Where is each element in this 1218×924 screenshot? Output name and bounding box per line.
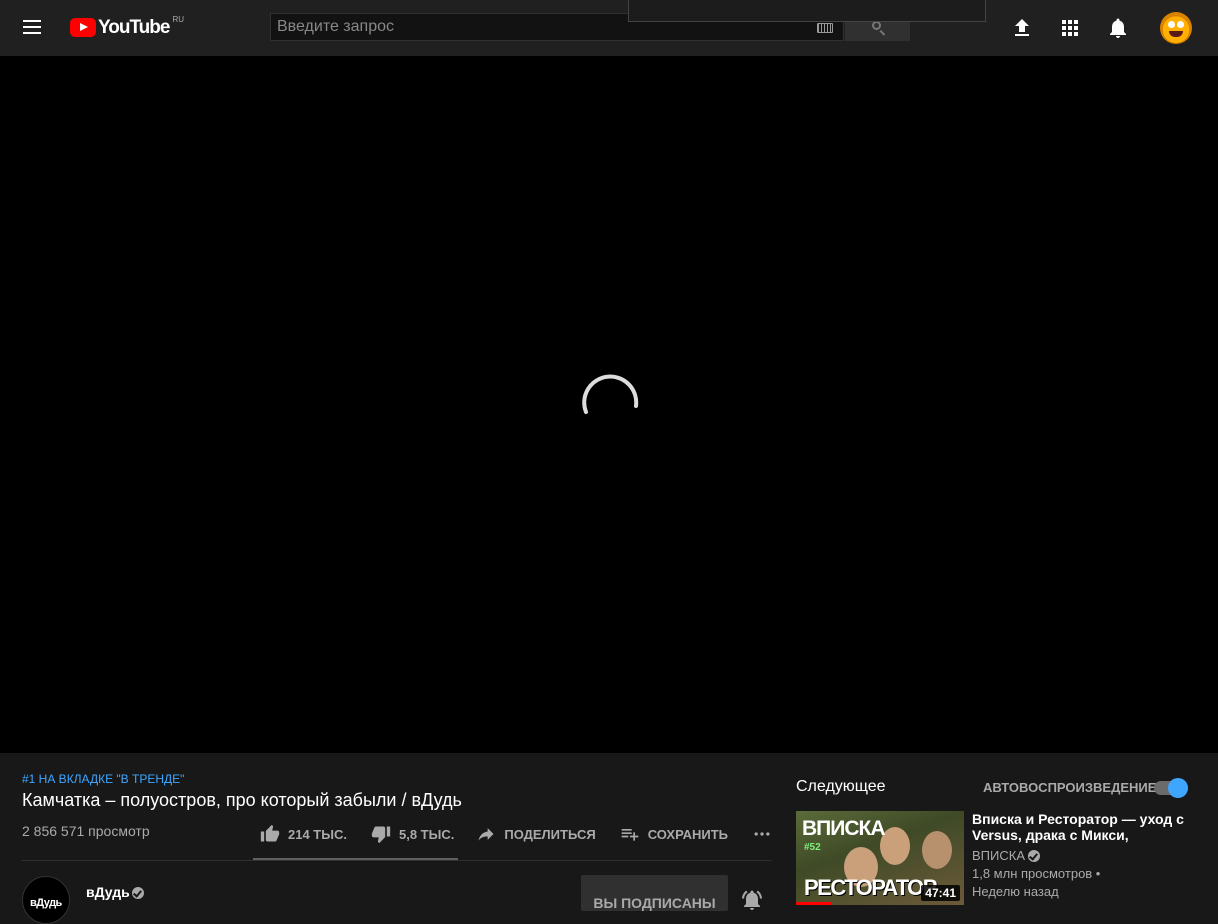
action-bar: 214 ТЫС. 5,8 ТЫС. ПОДЕЛИТЬСЯ СОХРАНИТЬ [260, 822, 772, 846]
channel-name-text: вДудь [86, 884, 130, 900]
video-player[interactable] [0, 56, 1218, 753]
search-icon [872, 21, 881, 30]
more-actions-button[interactable] [752, 824, 772, 844]
up-next-heading: Следующее [796, 778, 886, 795]
dislike-count: 5,8 ТЫС. [398, 826, 455, 842]
verified-badge-icon [1028, 850, 1040, 862]
thumb-caption: РЕСТОРАТОР [804, 875, 937, 900]
next-video-channel[interactable]: ВПИСКА [972, 848, 1025, 863]
save-label: СОХРАНИТЬ [647, 826, 729, 842]
masthead: YouTube RU [0, 0, 1218, 56]
loading-spinner-icon [582, 374, 639, 414]
next-video-views: 1,8 млн просмотров • [972, 866, 1101, 881]
thumb-up-icon [260, 824, 280, 842]
notification-bell-ring-icon[interactable] [740, 888, 764, 912]
toggle-knob [1168, 778, 1188, 798]
youtube-play-icon [70, 18, 96, 37]
next-video-thumbnail[interactable]: ВПИСКА #52 РЕСТОРАТОР 47:41 [796, 811, 964, 905]
divider [22, 860, 772, 861]
next-video-title[interactable]: Вписка и Ресторатор — уход с Versus, дра… [972, 811, 1184, 843]
playlist-add-icon [621, 829, 639, 841]
next-video-channel-text: ВПИСКА [972, 848, 1025, 863]
upload-icon[interactable] [1010, 16, 1034, 40]
avatar-eye-left [1168, 21, 1175, 28]
region-code: RU [172, 15, 185, 24]
avatar-mouth [1169, 31, 1183, 37]
video-title: Камчатка – полуостров, про который забыл… [22, 790, 462, 810]
autoplay-toggle[interactable] [1154, 778, 1188, 798]
thumb-down-icon [371, 826, 391, 844]
save-button[interactable]: СОХРАНИТЬ [620, 824, 728, 844]
keyboard-icon[interactable] [817, 23, 833, 33]
channel-avatar[interactable]: вДудь [22, 876, 70, 924]
user-avatar[interactable] [1160, 12, 1192, 44]
dropdown-panel [628, 0, 986, 22]
notifications-bell-icon[interactable] [1106, 16, 1130, 40]
autoplay-label: АВТОВОСПРОИЗВЕДЕНИЕ [983, 780, 1157, 795]
dislike-button[interactable]: 5,8 ТЫС. [371, 824, 454, 844]
share-button[interactable]: ПОДЕЛИТЬСЯ [476, 824, 596, 844]
youtube-logo[interactable]: YouTube RU [70, 15, 185, 39]
apps-icon[interactable] [1058, 16, 1082, 40]
channel-name[interactable]: вДудь [86, 884, 130, 900]
subscribed-button[interactable]: ВЫ ПОДПИСАНЫ [581, 875, 728, 911]
share-arrow-icon [478, 828, 494, 841]
trending-link[interactable]: #1 НА ВКЛАДКЕ "В ТРЕНДЕ" [22, 772, 184, 786]
avatar-eye-right [1177, 21, 1184, 28]
thumb-episode: #52 [804, 842, 821, 853]
share-label: ПОДЕЛИТЬСЯ [504, 826, 596, 842]
thumb-person [922, 831, 952, 869]
thumb-brand: ВПИСКА [802, 817, 886, 840]
verified-badge-icon [132, 887, 144, 899]
video-duration: 47:41 [921, 885, 960, 901]
next-video-age: Неделю назад [972, 884, 1059, 899]
view-count: 2 856 571 просмотр [22, 823, 150, 839]
more-horizontal-icon [754, 832, 770, 836]
like-count: 214 ТЫС. [288, 826, 347, 842]
like-button[interactable]: 214 ТЫС. [260, 824, 347, 844]
menu-icon[interactable] [20, 16, 44, 40]
channel-avatar-logo: вДудь [30, 897, 62, 909]
logo-text: YouTube [98, 17, 170, 38]
